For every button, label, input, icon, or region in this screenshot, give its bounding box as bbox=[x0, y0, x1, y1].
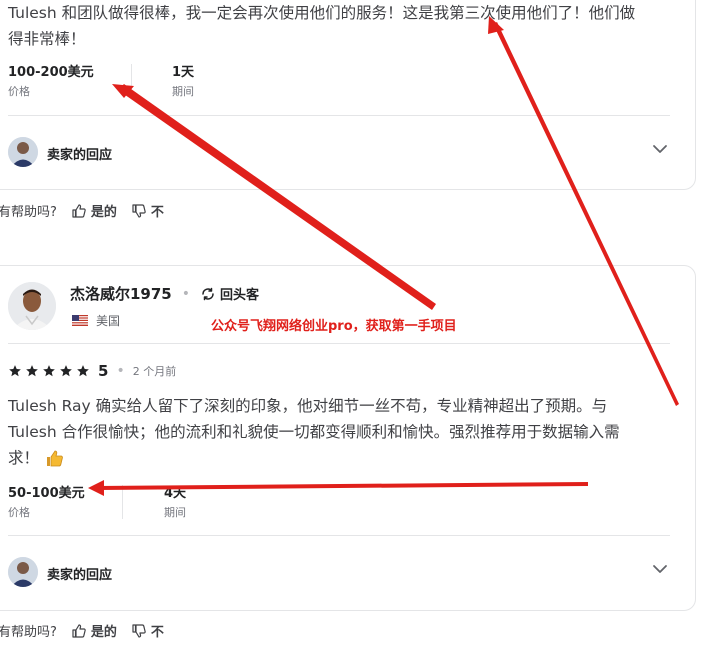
seller-response-label: 卖家的回应 bbox=[47, 568, 113, 583]
star-icon bbox=[77, 365, 89, 377]
duration-label: 期间 bbox=[172, 85, 194, 98]
star-icon bbox=[60, 365, 72, 377]
review-1-text-line-1: Tulesh 和团队做得很棒，我一定会再次使用他们的服务！这是我第三次使用他们了… bbox=[8, 4, 636, 22]
price-label: 价格 bbox=[8, 85, 30, 98]
thumbs-down-icon bbox=[132, 203, 146, 218]
reviewer-name[interactable]: 杰洛威尔1975 bbox=[70, 283, 172, 304]
watermark-text: 公众号飞翔网络创业pro，获取第一手项目 bbox=[211, 315, 457, 334]
divider bbox=[8, 343, 670, 344]
review-2-text-line-1: Tulesh Ray 确实给人留下了深刻的印象，他对细节一丝不苟，专业精神超出了… bbox=[8, 397, 608, 415]
review-2-price: 50-100美元 价格 bbox=[8, 482, 85, 520]
duration-value: 4天 bbox=[164, 486, 187, 501]
price-value: 50-100美元 bbox=[8, 486, 85, 501]
divider bbox=[8, 535, 670, 536]
review-time: 2 个月前 bbox=[132, 365, 177, 378]
thumbs-up-emoji bbox=[47, 450, 63, 467]
us-flag-icon bbox=[72, 315, 88, 326]
helpful-row-2: 有帮助吗? 是的 不 bbox=[0, 621, 164, 640]
review-1-text-line-2: 得非常棒！ bbox=[8, 30, 86, 48]
seller-response-toggle-1[interactable]: 卖家的回应 bbox=[8, 137, 678, 169]
star-icon bbox=[43, 365, 55, 377]
reviewer-avatar[interactable] bbox=[8, 282, 56, 330]
price-value: 100-200美元 bbox=[8, 65, 94, 80]
star-icon bbox=[26, 365, 38, 377]
seller-avatar bbox=[8, 557, 38, 587]
helpful-yes-button[interactable]: 是的 bbox=[71, 621, 117, 640]
seller-response-label: 卖家的回应 bbox=[47, 148, 113, 163]
helpful-row-1: 有帮助吗? 是的 不 bbox=[0, 201, 164, 220]
helpful-question: 有帮助吗? bbox=[0, 625, 57, 640]
reviewer-country: 美国 bbox=[72, 312, 120, 329]
repeat-client-label: 回头客 bbox=[220, 288, 260, 303]
separator-dot: • bbox=[181, 285, 191, 302]
price-label: 价格 bbox=[8, 506, 30, 519]
rating-row: 5 • 2 个月前 bbox=[8, 362, 176, 380]
helpful-no-button[interactable]: 不 bbox=[131, 621, 164, 640]
review-2-text-line-2: Tulesh 合作很愉快；他的流利和礼貌使一切都变得顺利和愉快。强烈推荐用于数据… bbox=[8, 423, 620, 441]
review-1-text: Tulesh 和团队做得很棒，我一定会再次使用他们的服务！这是我第三次使用他们了… bbox=[8, 0, 698, 52]
helpful-no-label: 不 bbox=[150, 625, 164, 640]
thumbs-up-icon bbox=[72, 623, 86, 638]
helpful-no-label: 不 bbox=[150, 205, 164, 220]
helpful-no-button[interactable]: 不 bbox=[131, 201, 164, 220]
repeat-icon bbox=[202, 287, 214, 300]
review-2-text: Tulesh Ray 确实给人留下了深刻的印象，他对细节一丝不苟，专业精神超出了… bbox=[8, 393, 698, 471]
star-icon bbox=[9, 365, 21, 377]
helpful-yes-button[interactable]: 是的 bbox=[71, 201, 117, 220]
review-1-price: 100-200美元 价格 bbox=[8, 61, 94, 99]
thumbs-up-icon bbox=[72, 203, 86, 218]
review-1-duration: 1天 期间 bbox=[172, 61, 194, 99]
seller-avatar bbox=[8, 137, 38, 167]
seller-response-toggle-2[interactable]: 卖家的回应 bbox=[8, 557, 678, 589]
reviewer-header: 杰洛威尔1975 • 回头客 bbox=[70, 283, 259, 304]
helpful-yes-label: 是的 bbox=[90, 625, 117, 640]
helpful-yes-label: 是的 bbox=[90, 205, 117, 220]
rating-value: 5 bbox=[98, 362, 109, 380]
chevron-down-icon bbox=[653, 145, 667, 153]
watermark-label: 公众号飞翔网络创业pro，获取第一手项目 bbox=[211, 319, 457, 334]
meta-divider bbox=[131, 64, 132, 98]
helpful-question: 有帮助吗? bbox=[0, 205, 57, 220]
duration-label: 期间 bbox=[164, 506, 186, 519]
star-rating bbox=[8, 364, 90, 378]
duration-value: 1天 bbox=[172, 65, 195, 80]
review-2-text-line-3: 求！ bbox=[8, 449, 40, 467]
repeat-client-badge: 回头客 bbox=[200, 284, 259, 303]
country-label: 美国 bbox=[96, 314, 121, 328]
divider bbox=[8, 115, 670, 116]
meta-divider bbox=[122, 485, 123, 519]
review-2-duration: 4天 期间 bbox=[164, 482, 186, 520]
chevron-down-icon bbox=[653, 565, 667, 573]
thumbs-down-icon bbox=[132, 623, 146, 638]
separator-dot: • bbox=[116, 363, 125, 379]
